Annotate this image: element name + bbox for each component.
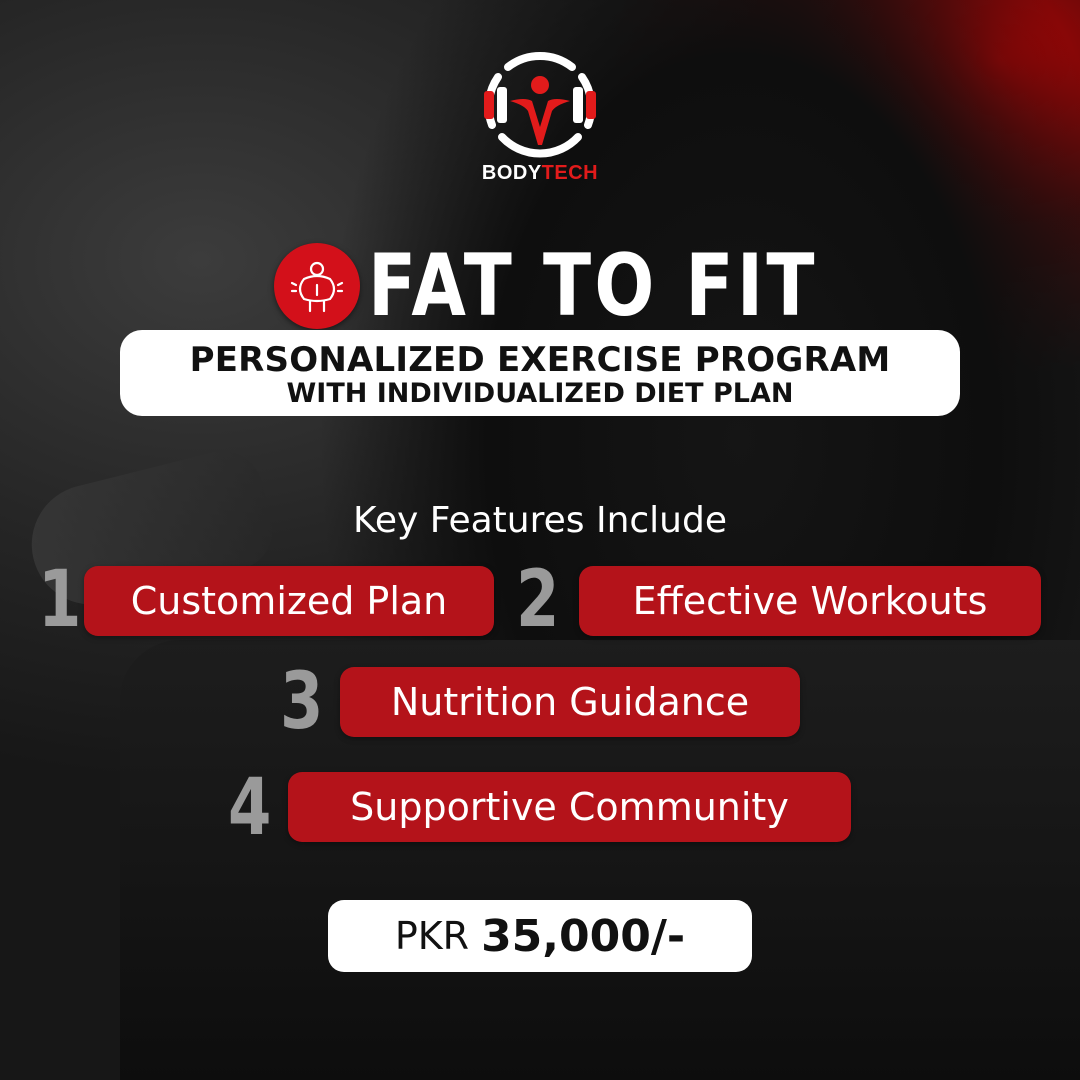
feature-number-3: 3 xyxy=(280,657,324,747)
feature-number-1: 1 xyxy=(38,555,82,645)
feature-pill-effective-workouts: Effective Workouts xyxy=(579,566,1041,636)
feature-number-2: 2 xyxy=(516,555,560,645)
page-title: FAT TO FIT xyxy=(368,236,818,336)
price-box: PKR 35,000/- xyxy=(328,900,752,972)
brand-name-tech: TECH xyxy=(541,162,599,184)
features-heading: Key Features Include xyxy=(353,500,727,541)
feature-pill-supportive-community: Supportive Community xyxy=(288,772,851,842)
subtitle-box: PERSONALIZED EXERCISE PROGRAM WITH INDIV… xyxy=(120,330,960,416)
brand-name: BODYTECH xyxy=(440,162,640,185)
body-weight-icon xyxy=(274,243,360,329)
price-currency: PKR xyxy=(394,914,470,958)
feature-pill-customized-plan: Customized Plan xyxy=(84,566,494,636)
subtitle-line-2: WITH INDIVIDUALIZED DIET PLAN xyxy=(286,378,794,409)
feature-number-4: 4 xyxy=(228,763,272,853)
brand-name-body: BODY xyxy=(481,162,542,184)
headline: FAT TO FIT xyxy=(274,236,916,336)
price-amount: 35,000/- xyxy=(481,910,686,962)
feature-pill-nutrition-guidance: Nutrition Guidance xyxy=(340,667,800,737)
subtitle-line-1: PERSONALIZED EXERCISE PROGRAM xyxy=(189,340,891,380)
promo-poster: BODYTECH FAT TO FIT PERSONALIZED EXERCIS… xyxy=(0,0,1080,1080)
